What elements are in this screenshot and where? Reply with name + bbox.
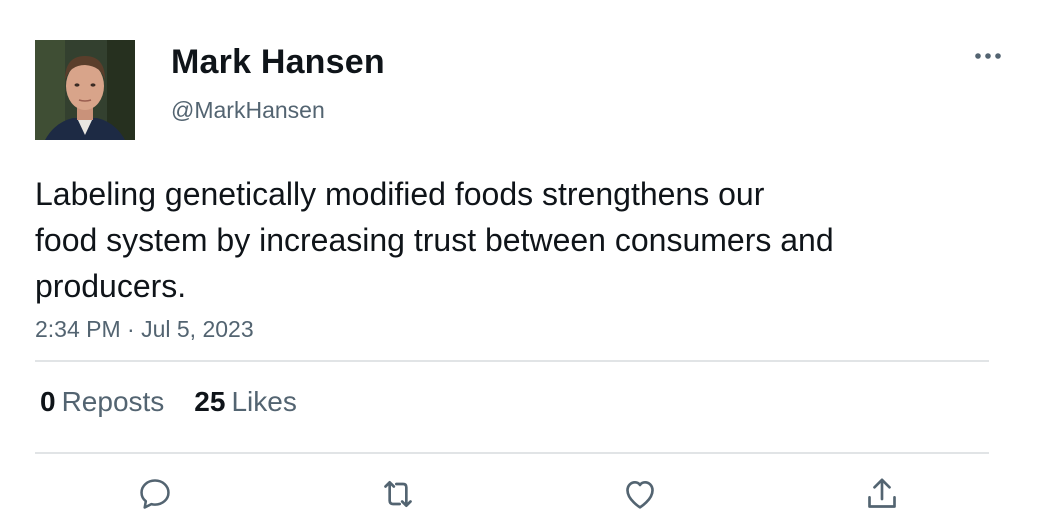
action-bar xyxy=(0,470,1050,520)
reposts-stat[interactable]: 0 Reposts xyxy=(40,386,164,418)
reply-icon xyxy=(140,479,170,509)
tweet-text: Labeling genetically modified foods stre… xyxy=(35,171,985,309)
likes-label: Likes xyxy=(231,386,297,417)
display-name[interactable]: Mark Hansen xyxy=(171,43,385,82)
heart-icon xyxy=(626,481,654,509)
more-options-button[interactable] xyxy=(968,42,1008,70)
share-button[interactable] xyxy=(858,470,906,518)
tweet-text-line: producers. xyxy=(35,268,187,304)
tweet-text-line: food system by increasing trust between … xyxy=(35,222,834,258)
tweet-text-line: Labeling genetically modified foods stre… xyxy=(35,176,765,212)
divider xyxy=(35,360,989,362)
repost-icon xyxy=(384,481,412,507)
more-icon xyxy=(975,53,1001,59)
divider xyxy=(35,452,989,454)
reposts-count: 0 xyxy=(40,386,56,417)
reply-button[interactable] xyxy=(131,470,179,518)
likes-count: 25 xyxy=(194,386,226,417)
avatar[interactable] xyxy=(35,40,135,140)
engagement-stats: 0 Reposts 25 Likes xyxy=(40,386,297,418)
user-handle[interactable]: @MarkHansen xyxy=(171,97,325,124)
likes-stat[interactable]: 25 Likes xyxy=(194,386,297,418)
timestamp[interactable]: 2:34 PM · Jul 5, 2023 xyxy=(35,316,254,343)
avatar-image xyxy=(35,40,135,140)
repost-button[interactable] xyxy=(374,470,422,518)
share-icon xyxy=(868,478,896,508)
tweet-card: Mark Hansen @MarkHansen Labeling genetic… xyxy=(0,0,1050,525)
reposts-label: Reposts xyxy=(61,386,165,417)
like-button[interactable] xyxy=(616,470,664,518)
